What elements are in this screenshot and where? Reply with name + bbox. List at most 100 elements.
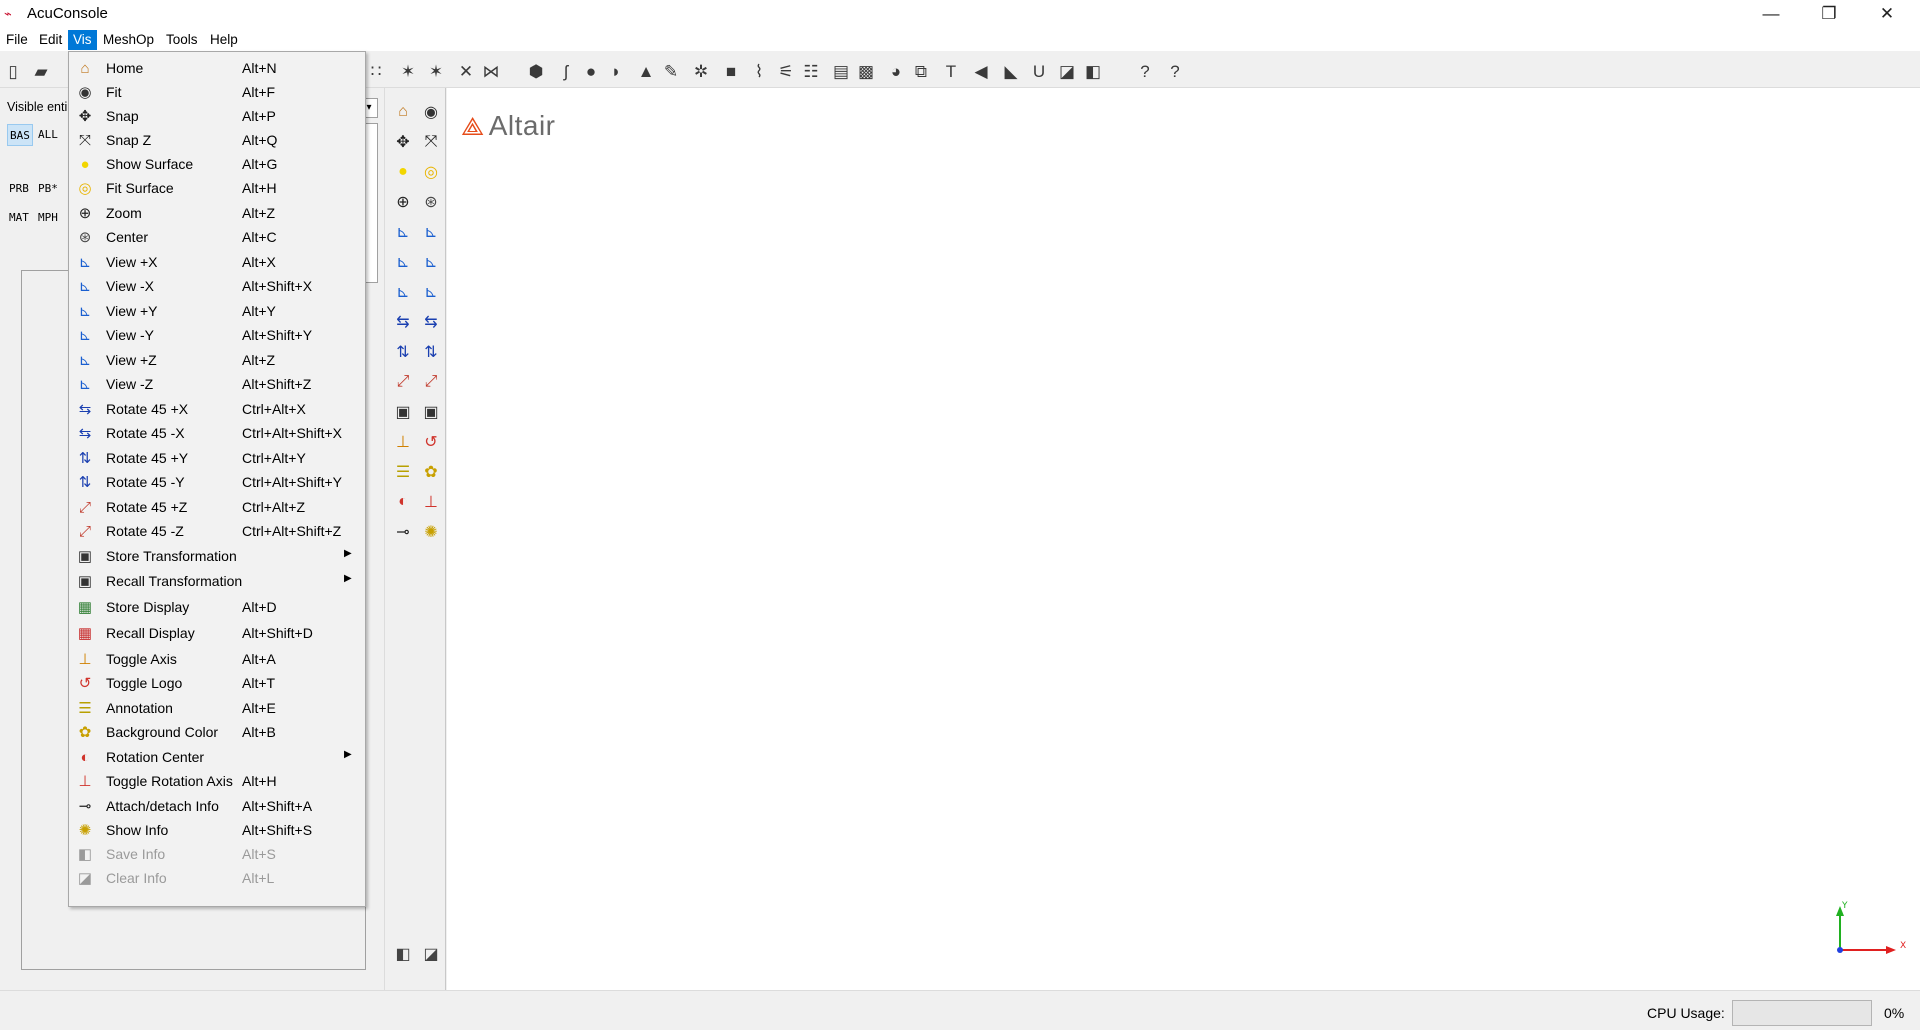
vis-menu-item-show-surface[interactable]: ● Show Surface Alt+G — [69, 152, 365, 176]
vt-view-neg-z-icon[interactable]: ⊾ — [419, 280, 443, 304]
vis-menu-item-rotate-45-y[interactable]: ⇅ Rotate 45 -Y Ctrl+Alt+Shift+Y — [69, 470, 365, 494]
vis-menu-item-recall-transformation[interactable]: ▣ Recall Transformation ▶ — [69, 569, 365, 593]
vis-menu-item-view-z[interactable]: ⊾ View -Z Alt+Shift+Z — [69, 372, 365, 396]
vis-menu-item-toggle-logo[interactable]: ↺ Toggle Logo Alt+T — [69, 671, 365, 695]
filter-mat-button[interactable]: MAT — [7, 207, 31, 229]
surface-icon[interactable]: ◗ — [605, 61, 627, 83]
mesh-tool-a-icon[interactable]: ✶ — [397, 61, 419, 83]
audio-icon[interactable]: ◀ — [970, 61, 992, 83]
vt-rotation-center-icon[interactable]: ◐ — [391, 490, 415, 514]
vis-menu-item-fit[interactable]: ◉ Fit Alt+F — [69, 80, 365, 104]
vt-zoom-icon[interactable]: ⊕ — [391, 190, 415, 214]
vis-menu-item-annotation[interactable]: ☰ Annotation Alt+E — [69, 696, 365, 720]
vis-menu-item-toggle-axis[interactable]: ⊥ Toggle Axis Alt+A — [69, 647, 365, 671]
curve-icon[interactable]: ʃ — [555, 61, 577, 83]
plot-icon[interactable]: ⌇ — [748, 61, 770, 83]
text-icon[interactable]: T — [940, 61, 962, 83]
vt-view-pos-x-icon[interactable]: ⊾ — [391, 220, 415, 244]
filter-all-button[interactable]: ALL — [36, 124, 60, 146]
vt-save-info-icon[interactable]: ◧ — [391, 942, 415, 966]
vt-pin-icon[interactable]: ⊸ — [391, 520, 415, 544]
menu-help[interactable]: Help — [205, 30, 243, 50]
pencil-icon[interactable]: ✎ — [660, 61, 682, 83]
menu-meshop[interactable]: MeshOp — [98, 30, 159, 50]
vis-menu-item-toggle-rotation-axis[interactable]: ⊥ Toggle Rotation Axis Alt+H — [69, 769, 365, 793]
vt-rotate-pos-y-icon[interactable]: ⇅ — [391, 340, 415, 364]
vis-menu-item-view-y[interactable]: ⊾ View -Y Alt+Shift+Y — [69, 323, 365, 347]
vt-view-pos-z-icon[interactable]: ⊾ — [391, 280, 415, 304]
vt-view-neg-y-icon[interactable]: ⊾ — [419, 250, 443, 274]
solid-box-icon[interactable]: ■ — [720, 61, 742, 83]
vt-rotate-pos-x-icon[interactable]: ⇆ — [391, 310, 415, 334]
image-icon[interactable]: ▩ — [855, 61, 877, 83]
filter-prb-button[interactable]: PRB — [7, 178, 31, 200]
vis-menu-item-rotate-45-z[interactable]: ⤢ Rotate 45 +Z Ctrl+Alt+Z — [69, 495, 365, 519]
open-folder-icon[interactable]: ▰ — [30, 61, 52, 83]
layers-b-icon[interactable]: ◧ — [1082, 61, 1104, 83]
vis-menu-item-rotate-45-x[interactable]: ⇆ Rotate 45 -X Ctrl+Alt+Shift+X — [69, 421, 365, 445]
mesh-tool-c-icon[interactable]: ✕ — [455, 61, 477, 83]
graphics-viewport[interactable]: ⟁ Altair Y X — [447, 88, 1920, 990]
cone-icon[interactable]: ▲ — [635, 61, 657, 83]
vt-palette-icon[interactable]: ✿ — [419, 460, 443, 484]
vt-axis-icon[interactable]: ⊥ — [391, 430, 415, 454]
vt-eraser-icon[interactable]: ◪ — [419, 942, 443, 966]
vt-fit-surface-icon[interactable]: ◎ — [419, 160, 443, 184]
vt-rotate-pos-z-icon[interactable]: ⤢ — [391, 370, 415, 394]
vt-view-pos-y-icon[interactable]: ⊾ — [391, 250, 415, 274]
vt-camera-store-icon[interactable]: ▣ — [391, 400, 415, 424]
vt-logo-icon[interactable]: ↺ — [419, 430, 443, 454]
vis-menu-item-recall-display[interactable]: ▦ Recall Display Alt+Shift+D — [69, 621, 365, 645]
restore-button[interactable]: ❐ — [1800, 0, 1858, 29]
mesh-tool-b-icon[interactable]: ✶ — [425, 61, 447, 83]
vis-menu-item-store-transformation[interactable]: ▣ Store Transformation ▶ — [69, 544, 365, 568]
vt-rotate-neg-x-icon[interactable]: ⇆ — [419, 310, 443, 334]
help-doc-icon[interactable]: ? — [1134, 61, 1156, 83]
minimize-button[interactable]: — — [1742, 0, 1800, 29]
whats-this-icon[interactable]: ? — [1164, 61, 1186, 83]
udf-icon[interactable]: U — [1028, 61, 1050, 83]
vis-menu-item-zoom[interactable]: ⊕ Zoom Alt+Z — [69, 201, 365, 225]
vis-menu-item-show-info[interactable]: ✺ Show Info Alt+Shift+S — [69, 818, 365, 842]
vis-menu-item-rotate-45-z[interactable]: ⤢ Rotate 45 -Z Ctrl+Alt+Shift+Z — [69, 519, 365, 543]
vt-eye-icon[interactable]: ◉ — [419, 100, 443, 124]
menu-file[interactable]: File — [1, 30, 33, 50]
vt-move-arrows-icon[interactable]: ✥ — [391, 130, 415, 154]
vis-menu-item-view-x[interactable]: ⊾ View +X Alt+X — [69, 250, 365, 274]
geometry-import-icon[interactable]: ⬢ — [525, 61, 547, 83]
vt-home-icon[interactable]: ⌂ — [391, 100, 415, 124]
color-map-icon[interactable]: ▤ — [830, 61, 852, 83]
window-icon[interactable]: ⧉ — [910, 61, 932, 83]
list-icon[interactable]: ☷ — [800, 61, 822, 83]
filter-pb-star-button[interactable]: PB* — [36, 178, 60, 200]
new-file-icon[interactable]: ▯ — [2, 61, 24, 83]
vis-menu-item-snap[interactable]: ✥ Snap Alt+P — [69, 104, 365, 128]
gear-mesh-icon[interactable]: ✲ — [690, 61, 712, 83]
vis-menu-item-background-color[interactable]: ✿ Background Color Alt+B — [69, 720, 365, 744]
vis-menu-item-center[interactable]: ⊛ Center Alt+C — [69, 225, 365, 249]
vt-camera-recall-icon[interactable]: ▣ — [419, 400, 443, 424]
filter-mph-button[interactable]: MPH — [36, 207, 60, 229]
vis-menu-item-fit-surface[interactable]: ◎ Fit Surface Alt+H — [69, 176, 365, 200]
vt-yellow-circle-icon[interactable]: ● — [391, 160, 415, 184]
menu-vis[interactable]: Vis — [68, 30, 97, 50]
vt-rotate-neg-z-icon[interactable]: ⤢ — [419, 370, 443, 394]
arrow-shape-icon[interactable]: ◣ — [1000, 61, 1022, 83]
vis-menu-item-view-y[interactable]: ⊾ View +Y Alt+Y — [69, 299, 365, 323]
menu-edit[interactable]: Edit — [34, 30, 67, 50]
vt-rotation-axis-icon[interactable]: ⊥ — [419, 490, 443, 514]
close-button[interactable]: ✕ — [1858, 0, 1916, 29]
filter-bas-button[interactable]: BAS — [7, 124, 33, 146]
vis-menu-item-rotate-45-x[interactable]: ⇆ Rotate 45 +X Ctrl+Alt+X — [69, 397, 365, 421]
flow-icon[interactable]: ⚟ — [775, 61, 797, 83]
vis-menu-item-home[interactable]: ⌂ Home Alt+N — [69, 56, 365, 80]
vis-menu-item-store-display[interactable]: ▦ Store Display Alt+D — [69, 595, 365, 619]
vis-menu-item-view-x[interactable]: ⊾ View -X Alt+Shift+X — [69, 274, 365, 298]
vt-crosshair-icon[interactable]: ⊛ — [419, 190, 443, 214]
layers-a-icon[interactable]: ◪ — [1056, 61, 1078, 83]
vis-menu-item-attach-detach-info[interactable]: ⊸ Attach/detach Info Alt+Shift+A — [69, 794, 365, 818]
pie-icon[interactable]: ◕ — [885, 61, 907, 83]
vis-menu-item-rotate-45-y[interactable]: ⇅ Rotate 45 +Y Ctrl+Alt+Y — [69, 446, 365, 470]
sphere-icon[interactable]: ● — [580, 61, 602, 83]
menu-tools[interactable]: Tools — [161, 30, 203, 50]
